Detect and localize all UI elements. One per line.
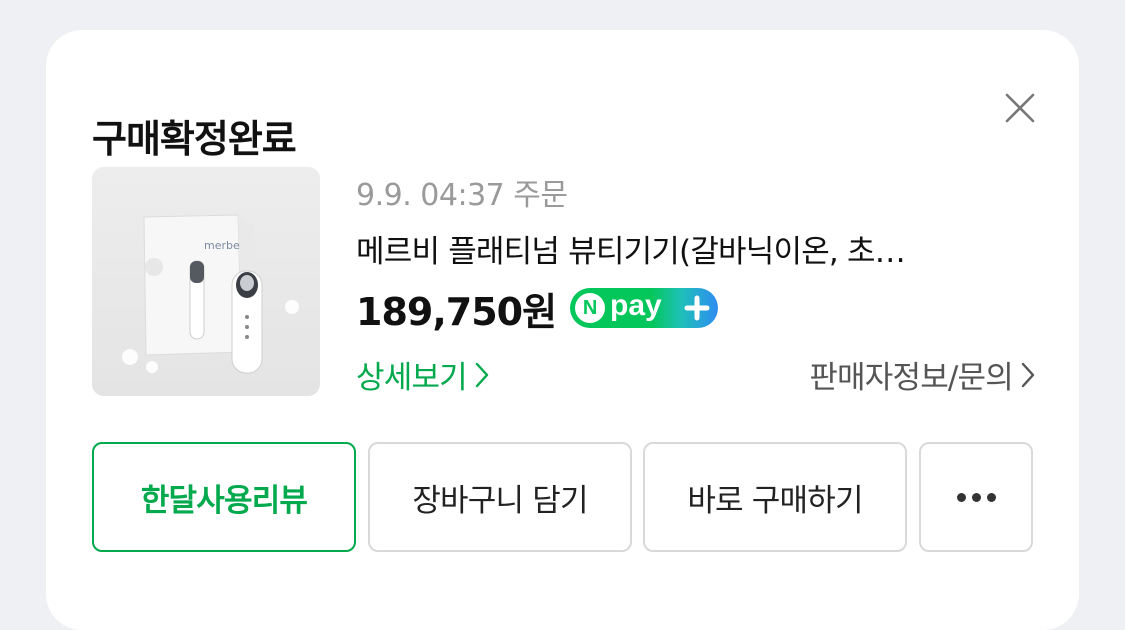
card-title: 구매확정완료 [92,117,297,161]
detail-link[interactable]: 상세보기 [356,352,489,397]
brand-logo-text: merbe [204,239,240,252]
product-name[interactable]: 메르비 플래티넘 뷰티기기(갈바닉이온, 초… [356,226,1016,271]
price-row: 189,750원 N pay [356,282,719,334]
more-button[interactable] [919,442,1033,552]
add-to-cart-button[interactable]: 장바구니 담기 [368,442,632,552]
buy-now-button[interactable]: 바로 구매하기 [643,442,907,552]
price: 189,750원 [356,289,557,334]
detail-link-label: 상세보기 [356,360,468,396]
close-icon[interactable] [1004,92,1036,124]
npay-label: pay [610,289,662,322]
seller-info-label: 판매자정보/문의 [809,360,1013,396]
chevron-right-icon [475,362,489,387]
order-card: 구매확정완료 merbe 9.9. 04:37 주문 메르비 플래티넘 뷰티기기… [46,30,1079,630]
more-dots-icon [956,492,996,502]
product-image[interactable]: merbe [92,167,320,396]
chevron-right-icon [1021,362,1035,387]
npay-badge: N pay [570,288,719,328]
npay-n-icon: N [575,293,606,323]
plus-icon [684,295,710,321]
order-time: 9.9. 04:37 주문 [356,178,568,213]
review-button[interactable]: 한달사용리뷰 [92,442,356,552]
seller-info-link[interactable]: 판매자정보/문의 [809,352,1035,397]
